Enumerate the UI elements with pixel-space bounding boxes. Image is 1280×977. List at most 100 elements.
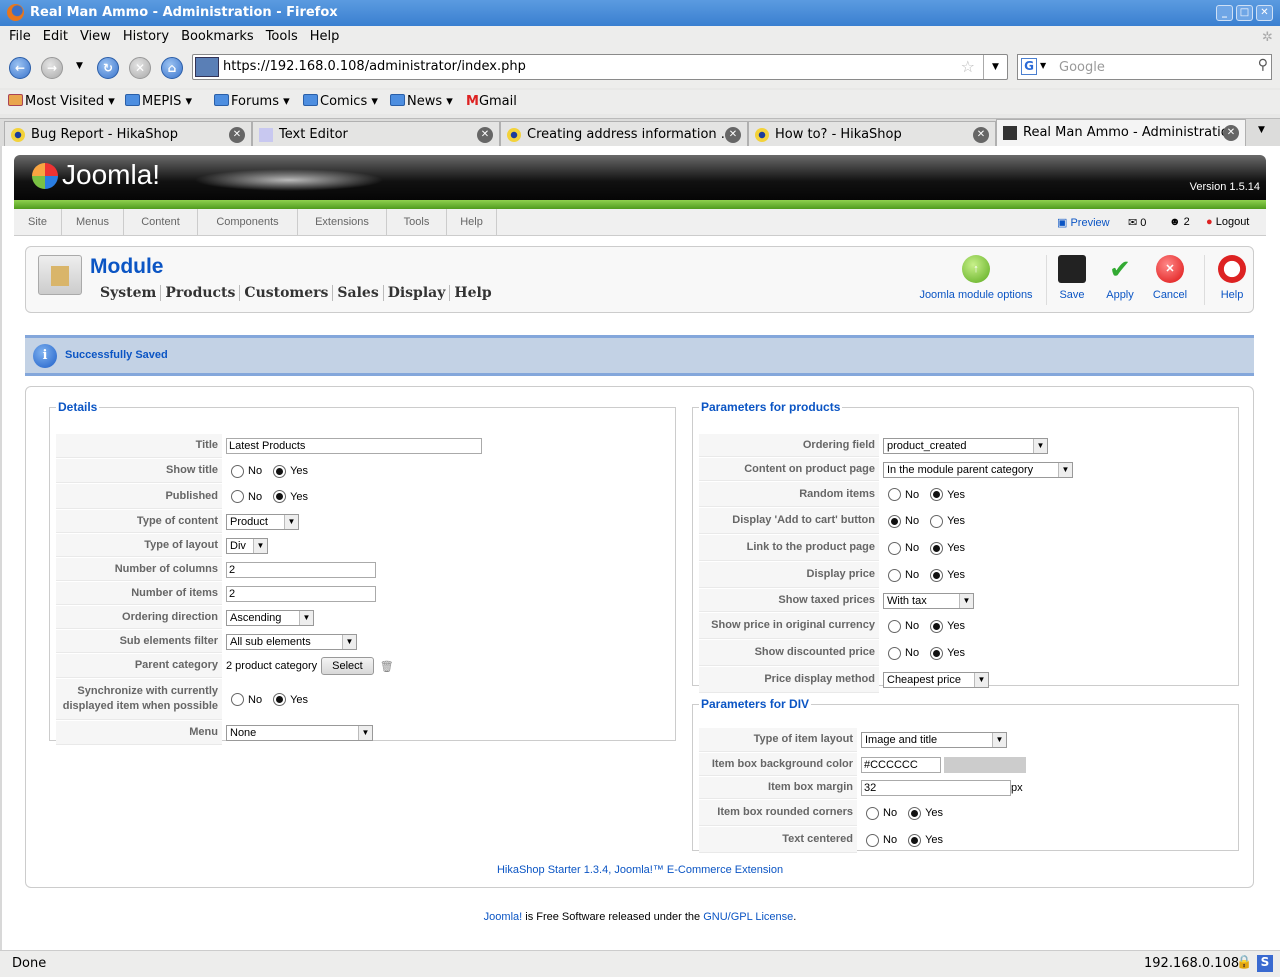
stop-icon[interactable]: ✕ [129, 57, 151, 79]
menu-help[interactable]: Help [310, 29, 340, 44]
lock-icon[interactable]: 🔒 [1236, 955, 1252, 970]
menu-content[interactable]: Content [124, 209, 198, 236]
radio-no[interactable] [231, 464, 244, 478]
close-window-button[interactable]: ✕ [1256, 5, 1273, 21]
joomla-link[interactable]: Joomla! [484, 911, 523, 923]
radio-yes[interactable] [930, 619, 944, 633]
menu-tools[interactable]: Tools [266, 29, 298, 44]
url-dropdown-icon[interactable]: ▼ [983, 55, 1007, 79]
select-field[interactable]: product_created ▼ [883, 437, 1048, 454]
menu-menus[interactable]: Menus [62, 209, 124, 236]
menu-tools[interactable]: Tools [387, 209, 447, 236]
select-field[interactable]: Cheapest price ▼ [883, 672, 989, 688]
joomla-module-options-button[interactable]: ↑ Joomla module options [916, 255, 1036, 301]
messages-count[interactable]: ✉ 0 [1128, 216, 1146, 229]
close-tab-icon[interactable]: ✕ [477, 127, 493, 143]
minimize-button[interactable]: _ [1216, 5, 1233, 21]
nav-display[interactable]: Display [383, 285, 451, 301]
menu-history[interactable]: History [123, 29, 169, 44]
radio-yes[interactable] [908, 833, 922, 847]
bookmark-mepis[interactable]: MEPIS ▾ [125, 94, 192, 109]
maximize-button[interactable]: □ [1236, 5, 1253, 21]
nav-customers[interactable]: Customers [240, 285, 334, 301]
nav-sales[interactable]: Sales [333, 285, 384, 301]
radio-yes[interactable] [273, 490, 287, 503]
menu-view[interactable]: View [80, 29, 111, 44]
menu-edit[interactable]: Edit [43, 29, 68, 44]
save-button[interactable]: Save [1054, 255, 1090, 301]
bookmark-news[interactable]: News ▾ [390, 94, 453, 109]
bookmark-gmail[interactable]: MGmail [466, 94, 517, 109]
radio-no[interactable] [888, 619, 901, 633]
close-tab-icon[interactable]: ✕ [973, 127, 989, 143]
tab-bug-report[interactable]: Bug Report - HikaShop ✕ [4, 121, 252, 147]
bookmark-most-visited[interactable]: Most Visited ▾ [8, 94, 115, 109]
tab-creating-address[interactable]: Creating address information ... ✕ [500, 121, 748, 147]
radio-yes[interactable] [930, 488, 944, 501]
addon-s-icon[interactable]: S [1257, 955, 1273, 972]
tab-how-to[interactable]: How to? - HikaShop ✕ [748, 121, 996, 147]
menu-site[interactable]: Site [14, 209, 62, 236]
radio-no[interactable] [888, 646, 901, 660]
text-input[interactable]: Latest Products [226, 438, 482, 454]
menu-components[interactable]: Components [198, 209, 298, 236]
select-field[interactable]: In the module parent category ▼ [883, 461, 1073, 478]
select-field[interactable]: None ▼ [226, 725, 373, 741]
site-identity-icon[interactable] [195, 57, 219, 77]
bookmark-comics[interactable]: Comics ▾ [303, 94, 378, 109]
radio-no[interactable] [888, 568, 901, 582]
select-category-button[interactable]: Select [321, 657, 374, 675]
text-input[interactable]: #CCCCCC [861, 756, 941, 773]
forward-icon[interactable]: → [41, 57, 63, 79]
nav-system[interactable]: System [96, 285, 162, 301]
close-tab-icon[interactable]: ✕ [1223, 125, 1239, 141]
google-engine-icon[interactable]: G [1021, 58, 1037, 75]
select-field[interactable]: All sub elements ▼ [226, 633, 357, 650]
radio-yes[interactable] [930, 514, 944, 528]
nav-products[interactable]: Products [161, 285, 241, 301]
history-dropdown-icon[interactable]: ▼ [76, 61, 83, 71]
radio-no[interactable] [231, 490, 244, 503]
radio-yes[interactable] [930, 541, 944, 555]
back-icon[interactable]: ← [9, 57, 31, 79]
radio-no[interactable] [888, 541, 901, 555]
radio-no[interactable] [231, 693, 244, 706]
home-icon[interactable]: ⌂ [161, 57, 183, 79]
tab-list-icon[interactable]: ▼ [1258, 125, 1265, 135]
tab-text-editor[interactable]: Text Editor ✕ [252, 121, 500, 147]
menu-help[interactable]: Help [447, 209, 497, 236]
bookmark-forums[interactable]: Forums ▾ [214, 94, 290, 109]
tab-real-man-ammo[interactable]: Real Man Ammo - Administration ✕ [996, 119, 1246, 147]
text-input[interactable]: 32 [861, 780, 1011, 796]
apply-button[interactable]: ✔ Apply [1102, 255, 1138, 301]
help-button[interactable]: Help [1214, 255, 1250, 301]
radio-yes[interactable] [273, 464, 287, 478]
url-bar[interactable]: https://192.168.0.108/administrator/inde… [192, 54, 1008, 80]
text-input[interactable]: 2 [226, 585, 376, 602]
radio-no[interactable] [888, 514, 901, 528]
select-field[interactable]: Ascending ▼ [226, 609, 314, 626]
hikashop-footer-link[interactable]: HikaShop Starter 1.3.4, Joomla!™ E-Comme… [0, 864, 1280, 876]
select-field[interactable]: Image and title ▼ [861, 732, 1007, 748]
text-input[interactable]: 2 [226, 561, 376, 578]
engine-dropdown-icon[interactable]: ▼ [1040, 61, 1046, 70]
color-swatch[interactable] [944, 756, 1026, 773]
radio-yes[interactable] [908, 806, 922, 820]
radio-yes[interactable] [930, 568, 944, 582]
preview-link[interactable]: ▣ Preview [1057, 216, 1110, 229]
bookmark-star-icon[interactable]: ☆ [961, 57, 975, 76]
cancel-button[interactable]: ✕ Cancel [1152, 255, 1188, 301]
menu-file[interactable]: File [9, 29, 31, 44]
select-field[interactable]: Div ▼ [226, 537, 268, 554]
menu-extensions[interactable]: Extensions [298, 209, 387, 236]
radio-no[interactable] [888, 488, 901, 501]
select-field[interactable]: With tax ▼ [883, 592, 974, 609]
search-icon[interactable]: ⚲ [1258, 57, 1268, 73]
nav-help[interactable]: Help [450, 285, 495, 301]
reload-icon[interactable]: ↻ [97, 57, 119, 79]
radio-no[interactable] [866, 833, 879, 847]
logout-link[interactable]: ● Logout [1206, 216, 1249, 228]
select-field[interactable]: Product ▼ [226, 513, 299, 530]
license-link[interactable]: GNU/GPL License [703, 911, 793, 923]
close-tab-icon[interactable]: ✕ [229, 127, 245, 143]
